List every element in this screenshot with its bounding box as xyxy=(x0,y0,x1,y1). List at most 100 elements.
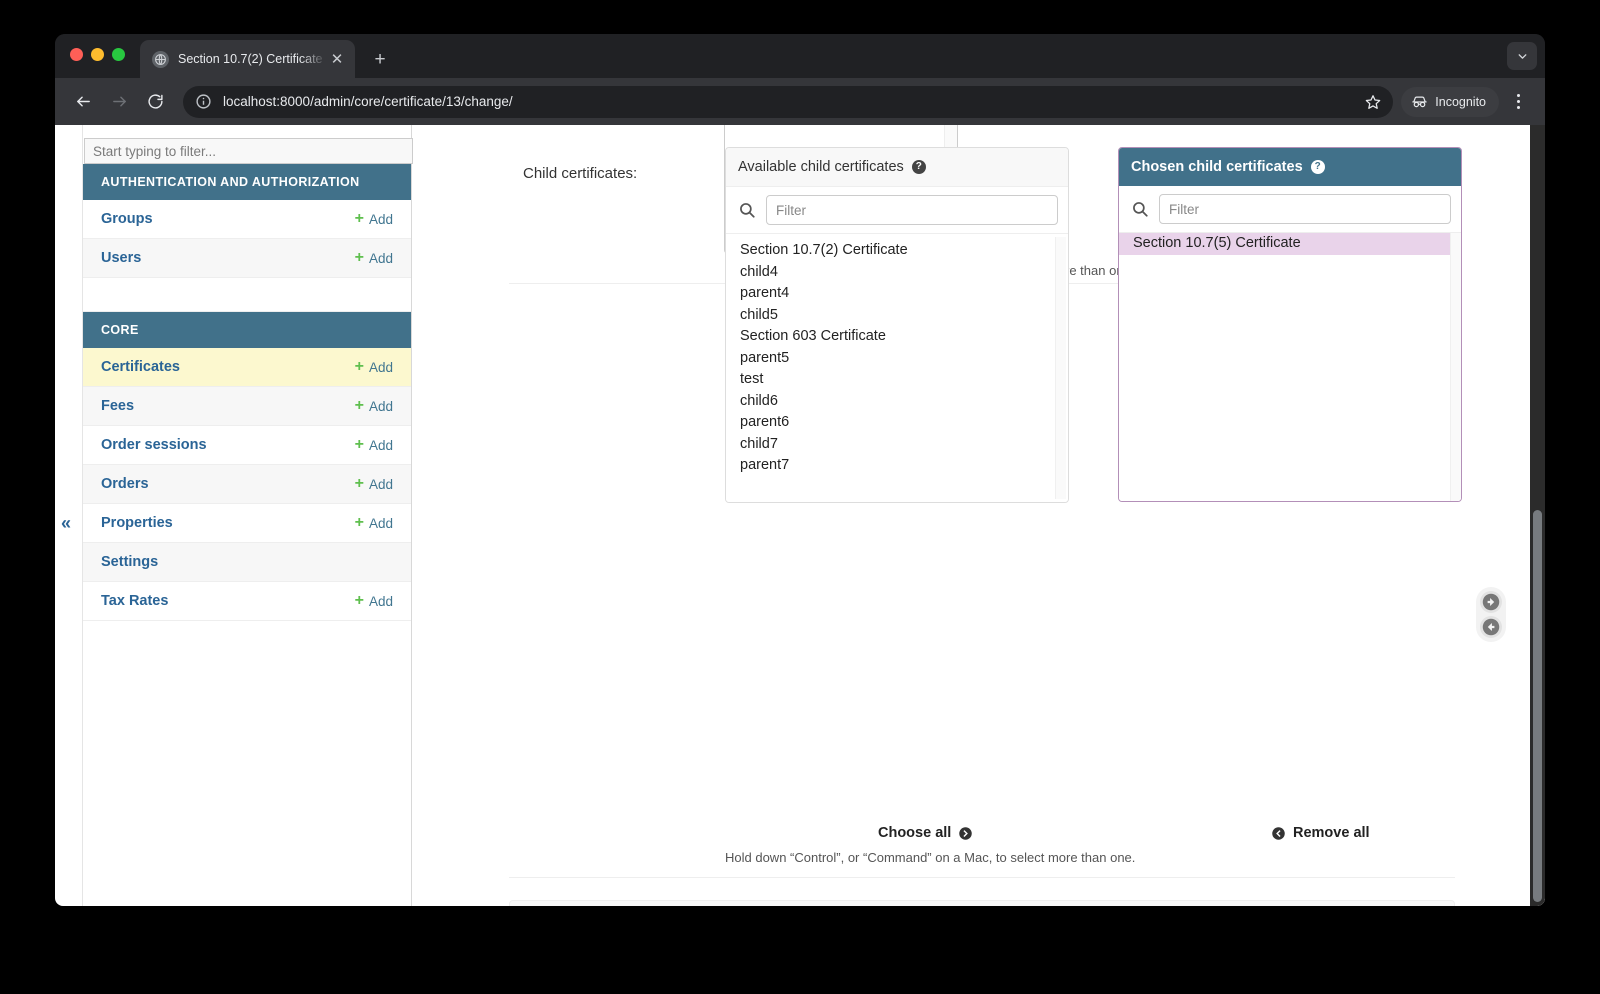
list-item[interactable]: Section 10.7(5) Certificate xyxy=(1119,233,1461,255)
app-group-auth: AUTHENTICATION AND AUTHORIZATION Groups … xyxy=(83,164,411,278)
add-tax-rates-link[interactable]: + Add xyxy=(355,593,393,609)
list-item[interactable]: Section 10.7(2) Certificate xyxy=(726,240,1068,262)
add-properties-link[interactable]: + Add xyxy=(355,515,393,531)
window-maximize-button[interactable] xyxy=(112,48,125,61)
sidebar-item-tax-rates[interactable]: Tax Rates + Add xyxy=(83,582,411,621)
list-item[interactable]: child6 xyxy=(726,391,1068,413)
plus-icon: + xyxy=(354,358,364,375)
magnifier-icon xyxy=(738,201,756,219)
add-label: Add xyxy=(368,359,393,375)
chevron-down-icon[interactable] xyxy=(1507,42,1537,70)
kebab-menu-icon[interactable] xyxy=(1503,87,1533,117)
incognito-hat-icon xyxy=(1411,93,1428,110)
sidebar-item-label[interactable]: Fees xyxy=(101,398,134,414)
sidebar-item-label[interactable]: Settings xyxy=(101,554,158,570)
tab-strip: Section 10.7(2) Certificate | C ✕ + xyxy=(55,34,1545,78)
app-caption-auth[interactable]: AUTHENTICATION AND AUTHORIZATION xyxy=(83,164,411,200)
sidebar-item-users[interactable]: Users + Add xyxy=(83,239,411,278)
reload-icon[interactable] xyxy=(139,86,171,118)
page-viewport: Start typing to filter... AUTHENTICATION… xyxy=(55,125,1545,906)
add-label: Add xyxy=(368,250,393,266)
available-panel-title-bar: Available child certificates ? xyxy=(726,148,1068,187)
choose-all-link[interactable]: Choose all xyxy=(878,825,973,841)
app-group-core: CORE Certificates + Add Fees + Add Order… xyxy=(83,312,411,621)
child-certificates-label: Child certificates: xyxy=(523,165,638,182)
info-circle-icon[interactable] xyxy=(195,93,212,110)
available-options-list[interactable]: Section 10.7(2) Certificate child4 paren… xyxy=(726,234,1068,502)
list-item[interactable]: child4 xyxy=(726,262,1068,284)
address-bar[interactable]: localhost:8000/admin/core/certificate/13… xyxy=(183,85,1394,118)
child-certificates-helptext: Hold down “Control”, or “Command” on a M… xyxy=(725,850,1136,865)
window-close-button[interactable] xyxy=(70,48,83,61)
sidebar-filter-input[interactable]: Start typing to filter... xyxy=(84,138,413,164)
add-fees-link[interactable]: + Add xyxy=(355,398,393,414)
list-item[interactable]: parent7 xyxy=(726,455,1068,477)
browser-tab[interactable]: Section 10.7(2) Certificate | C ✕ xyxy=(140,40,355,78)
star-icon[interactable] xyxy=(1359,88,1387,116)
sidebar-item-label[interactable]: Groups xyxy=(101,211,153,227)
list-item[interactable]: parent5 xyxy=(726,348,1068,370)
remove-all-link[interactable]: Remove all xyxy=(1271,825,1370,841)
magnifier-icon xyxy=(1131,200,1149,218)
chevron-left-circle-icon xyxy=(1271,826,1286,841)
arrow-left-icon[interactable] xyxy=(67,86,99,118)
double-chevron-left-icon[interactable]: « xyxy=(61,513,71,534)
plus-icon: + xyxy=(354,436,364,453)
new-tab-button[interactable]: + xyxy=(367,46,393,72)
sidebar-item-order-sessions[interactable]: Order sessions + Add xyxy=(83,426,411,465)
incognito-indicator[interactable]: Incognito xyxy=(1401,86,1499,117)
list-item[interactable]: child7 xyxy=(726,434,1068,456)
sidebar-item-label[interactable]: Tax Rates xyxy=(101,593,168,609)
list-item[interactable]: parent4 xyxy=(726,283,1068,305)
sidebar-item-settings[interactable]: Settings xyxy=(83,543,411,582)
sidebar-item-label[interactable]: Properties xyxy=(101,515,173,531)
close-icon[interactable]: ✕ xyxy=(327,49,347,69)
app-caption-core[interactable]: CORE xyxy=(83,312,411,348)
chosen-filter-input[interactable] xyxy=(1159,194,1451,224)
arrow-right-circle-icon[interactable] xyxy=(1480,591,1502,613)
question-circle-icon[interactable]: ? xyxy=(1310,160,1325,174)
sidebar-item-label[interactable]: Order sessions xyxy=(101,437,207,453)
arrow-left-circle-icon[interactable] xyxy=(1480,616,1502,638)
page-scrollbar-thumb[interactable] xyxy=(1533,510,1542,902)
sidebar-item-label[interactable]: Users xyxy=(101,250,141,266)
sidebar-item-groups[interactable]: Groups + Add xyxy=(83,200,411,239)
chosen-panel-title: Chosen child certificates xyxy=(1131,159,1303,175)
plus-icon: + xyxy=(354,397,364,414)
add-orders-link[interactable]: + Add xyxy=(355,476,393,492)
add-groups-link[interactable]: + Add xyxy=(355,211,393,227)
plus-icon: + xyxy=(354,592,364,609)
chosen-list-scrollbar[interactable] xyxy=(1450,233,1461,501)
add-users-link[interactable]: + Add xyxy=(355,250,393,266)
available-filter-input[interactable] xyxy=(766,195,1058,225)
browser-toolbar: localhost:8000/admin/core/certificate/13… xyxy=(55,78,1545,125)
available-list-scrollbar[interactable] xyxy=(1055,237,1066,499)
browser-window: Section 10.7(2) Certificate | C ✕ + loca… xyxy=(55,34,1545,906)
add-order-sessions-link[interactable]: + Add xyxy=(355,437,393,453)
sidebar-item-properties[interactable]: Properties + Add xyxy=(83,504,411,543)
field-divider-bottom xyxy=(509,877,1455,878)
list-item[interactable]: parent6 xyxy=(726,412,1068,434)
sidebar-item-certificates[interactable]: Certificates + Add xyxy=(83,348,411,387)
page-scrollbar[interactable] xyxy=(1530,125,1545,906)
add-label: Add xyxy=(368,515,393,531)
browser-tab-title: Section 10.7(2) Certificate | C xyxy=(178,52,327,66)
list-item[interactable]: Section 603 Certificate xyxy=(726,326,1068,348)
add-certificates-link[interactable]: + Add xyxy=(355,359,393,375)
add-label: Add xyxy=(368,398,393,414)
chosen-options-list[interactable]: Section 10.7(5) Certificate xyxy=(1119,233,1461,501)
list-item[interactable]: child5 xyxy=(726,305,1068,327)
list-item[interactable]: test xyxy=(726,369,1068,391)
sidebar-item-orders[interactable]: Orders + Add xyxy=(83,465,411,504)
sidebar-item-label[interactable]: Certificates xyxy=(101,359,180,375)
incognito-label: Incognito xyxy=(1435,94,1486,109)
sidebar-item-label[interactable]: Orders xyxy=(101,476,149,492)
question-circle-icon[interactable]: ? xyxy=(911,160,926,174)
globe-icon xyxy=(152,50,169,68)
remove-all-label: Remove all xyxy=(1293,825,1370,841)
window-minimize-button[interactable] xyxy=(91,48,104,61)
chosen-filter-row xyxy=(1119,186,1461,233)
sidebar-item-fees[interactable]: Fees + Add xyxy=(83,387,411,426)
admin-sidebar: Start typing to filter... AUTHENTICATION… xyxy=(82,125,413,906)
arrow-right-icon[interactable] xyxy=(103,86,135,118)
